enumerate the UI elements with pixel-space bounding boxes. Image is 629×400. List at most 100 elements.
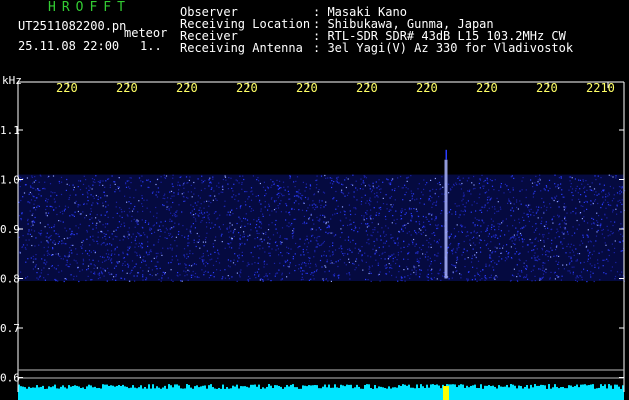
noise-speck [340, 220, 342, 222]
noise-speck [260, 203, 262, 205]
noise-speck [294, 186, 296, 188]
noise-speck [622, 235, 624, 237]
noise-speck [366, 226, 368, 228]
noise-speck [606, 217, 608, 219]
noise-speck [20, 219, 22, 221]
noise-speck [461, 200, 463, 202]
noise-speck [422, 253, 424, 255]
noise-speck [270, 179, 272, 181]
noise-speck [186, 228, 188, 230]
noise-speck [171, 183, 173, 185]
noise-speck [422, 231, 424, 234]
noise-speck [520, 234, 522, 236]
noise-speck [379, 271, 381, 273]
noise-speck [74, 202, 76, 204]
noise-speck [126, 253, 128, 255]
noise-speck [540, 239, 542, 241]
noise-speck [81, 244, 84, 246]
noise-speck [532, 186, 534, 188]
noise-speck [419, 247, 421, 249]
noise-speck [413, 266, 415, 268]
noise-speck [26, 244, 28, 246]
noise-speck [401, 229, 403, 231]
noise-speck [439, 184, 441, 186]
noise-speck [104, 226, 106, 228]
noise-speck [190, 276, 193, 278]
noise-speck [222, 186, 224, 189]
noise-speck [286, 238, 288, 240]
noise-speck [227, 211, 229, 213]
level-bar [108, 385, 110, 400]
level-bar [362, 388, 364, 400]
noise-speck [215, 198, 217, 200]
noise-speck [350, 183, 352, 186]
noise-speck [205, 261, 207, 263]
noise-speck [436, 241, 438, 244]
level-bar [284, 387, 286, 400]
level-bar [386, 388, 388, 400]
noise-speck [71, 214, 73, 216]
level-bar [32, 387, 34, 400]
noise-speck [86, 238, 88, 240]
level-bar [366, 384, 368, 400]
noise-speck [453, 228, 455, 230]
noise-speck [140, 244, 142, 246]
noise-speck [308, 260, 310, 262]
noise-speck [464, 206, 466, 208]
noise-speck [351, 228, 353, 231]
noise-speck [586, 208, 588, 210]
noise-speck [118, 261, 120, 263]
noise-speck [79, 204, 81, 206]
level-bar [194, 386, 196, 400]
noise-speck [536, 184, 538, 186]
noise-speck [333, 197, 335, 199]
noise-speck [126, 214, 128, 216]
noise-speck [356, 189, 358, 191]
noise-speck [159, 229, 161, 231]
noise-speck [231, 247, 233, 249]
noise-speck [395, 223, 397, 225]
noise-speck [604, 242, 606, 244]
noise-speck [555, 260, 557, 262]
level-bar [90, 385, 92, 400]
noise-speck [32, 187, 34, 189]
noise-speck [407, 245, 409, 247]
noise-speck [512, 225, 514, 227]
noise-speck [240, 205, 242, 207]
noise-speck [504, 260, 506, 262]
noise-speck [512, 236, 514, 238]
noise-speck [186, 274, 188, 276]
noise-speck [242, 260, 244, 262]
noise-speck [53, 226, 55, 228]
noise-speck [578, 224, 580, 226]
noise-speck [210, 195, 212, 197]
noise-speck [235, 179, 237, 181]
noise-speck [440, 279, 442, 281]
noise-speck [105, 201, 107, 203]
noise-speck [535, 245, 537, 247]
noise-speck [108, 236, 111, 238]
noise-speck [53, 224, 56, 226]
noise-speck [518, 222, 521, 224]
noise-speck [260, 227, 262, 229]
noise-speck [271, 210, 273, 212]
noise-speck [90, 251, 92, 253]
noise-speck [323, 215, 325, 217]
level-bar [262, 387, 264, 400]
noise-speck [391, 189, 393, 191]
noise-speck [133, 218, 135, 220]
noise-speck [277, 188, 279, 190]
noise-speck [58, 180, 60, 183]
noise-speck [178, 231, 180, 233]
noise-speck [410, 208, 412, 210]
noise-speck [116, 261, 118, 263]
noise-speck [265, 231, 267, 233]
noise-speck [90, 271, 92, 273]
noise-speck [371, 265, 373, 267]
noise-speck [272, 181, 274, 183]
noise-speck [410, 175, 412, 177]
noise-speck [94, 250, 96, 252]
noise-speck [598, 215, 600, 217]
noise-speck [137, 223, 139, 225]
noise-speck [554, 183, 556, 185]
